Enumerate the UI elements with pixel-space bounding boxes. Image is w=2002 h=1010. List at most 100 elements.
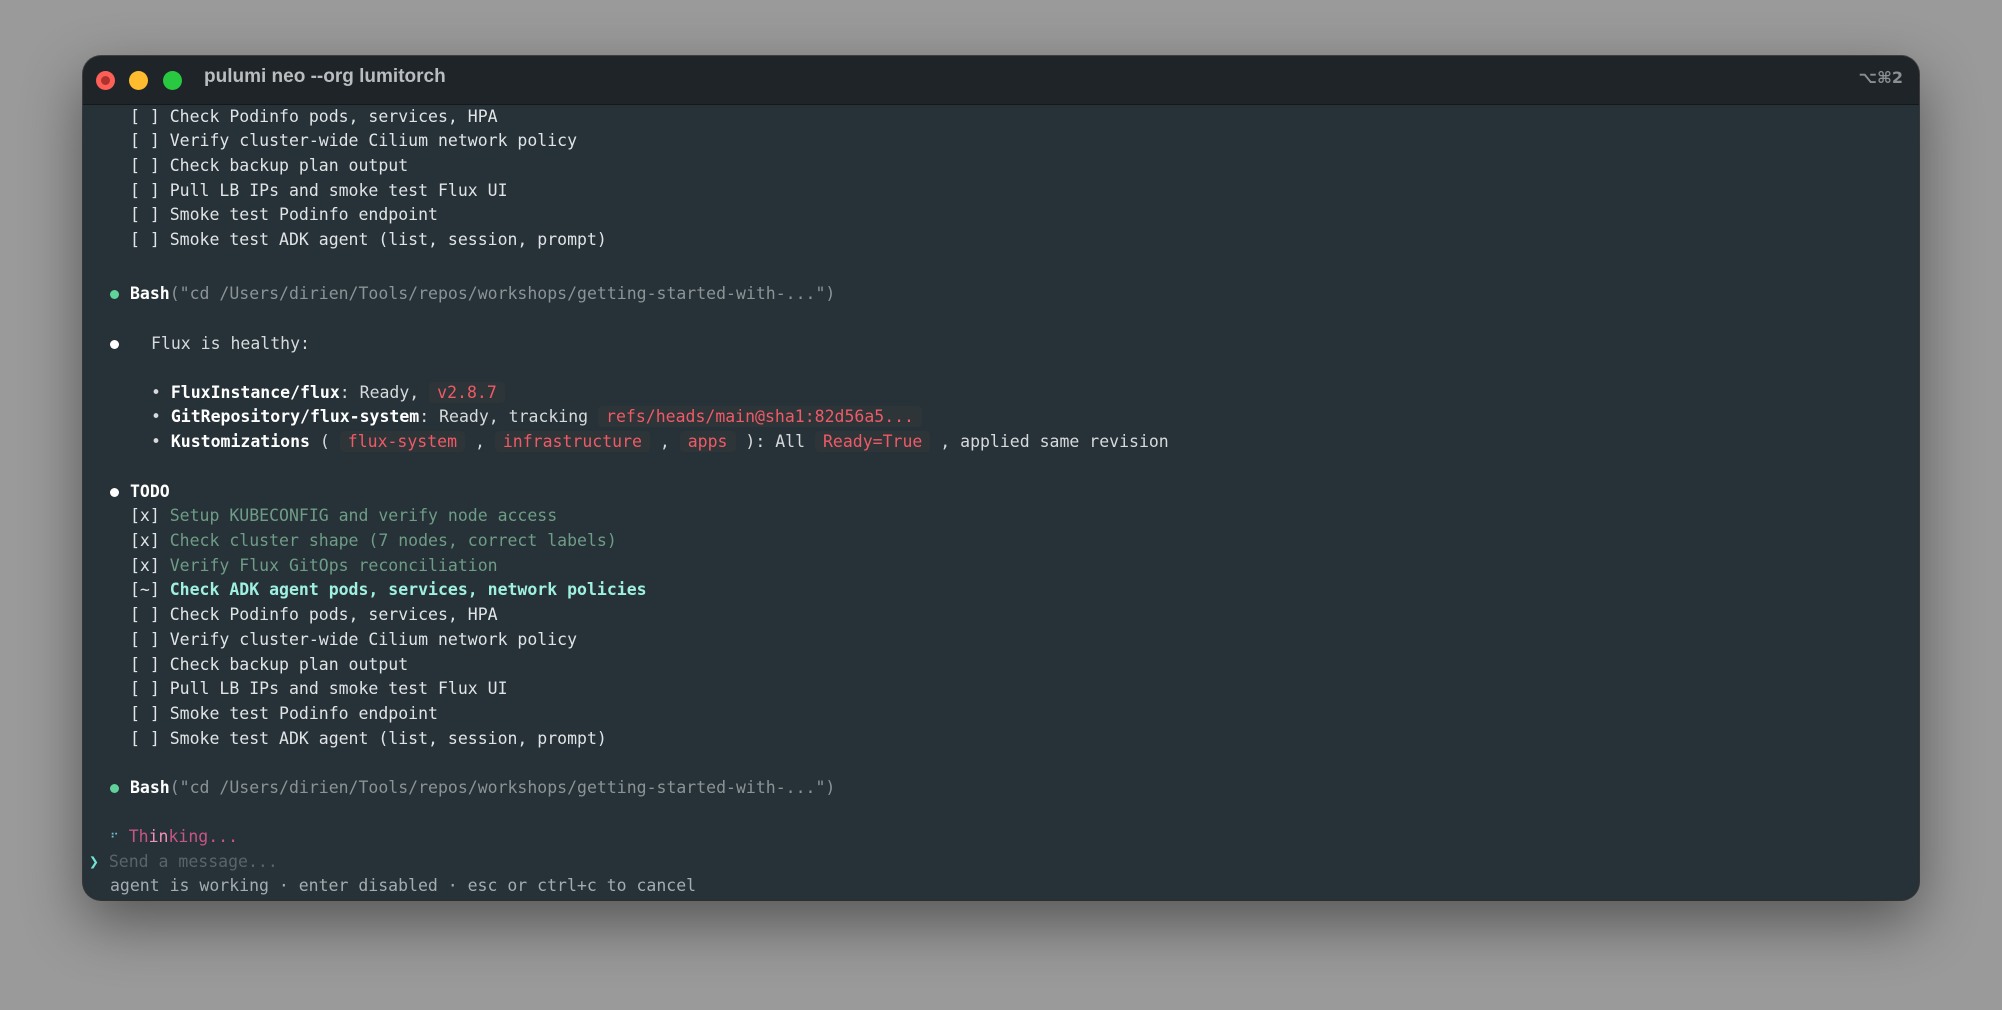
kustomizations-line: • Kustomizations ( flux-system , infrast… — [151, 430, 1169, 454]
todo-label: Check Podinfo pods, services, HPA — [169, 605, 498, 624]
text: , — [649, 432, 680, 451]
text: ): All — [735, 432, 815, 451]
todo-item: [ ] Check backup plan output — [130, 154, 408, 178]
thinking-text: Th — [128, 827, 149, 846]
todo-label: Check cluster shape (7 nodes, correct la… — [169, 531, 617, 550]
tool-name: Bash — [130, 778, 170, 797]
message-dot — [110, 340, 119, 349]
window-shortcut: ⌥⌘2 — [1858, 68, 1903, 87]
inline-code: Ready=True — [814, 431, 931, 452]
status-footer: agent is working · enter disabled · esc … — [110, 876, 697, 895]
todo-checkbox: [ ] — [130, 630, 160, 649]
todo-label: Verify cluster-wide Cilium network polic… — [169, 131, 578, 150]
todo-item: [ ] Check Podinfo pods, services, HPA — [130, 603, 498, 627]
todo-item: [ ] Verify cluster-wide Cilium network p… — [130, 129, 577, 153]
message-input-row[interactable]: ❯ Send a message... — [89, 850, 278, 874]
thinking-label: Thinking... — [129, 827, 238, 846]
bullet: • — [151, 383, 161, 402]
todo-item-done: [x] Verify Flux GitOps reconciliation — [130, 554, 498, 578]
tool-args: ("cd /Users/dirien/Tools/repos/workshops… — [169, 284, 836, 303]
todo-item: [ ] Check Podinfo pods, services, HPA — [130, 105, 498, 129]
todo-label: Check Podinfo pods, services, HPA — [169, 107, 498, 126]
todo-label: Pull LB IPs and smoke test Flux UI — [169, 679, 508, 698]
todo-checkbox: [x] — [130, 506, 160, 525]
thinking-indicator: ⠋ Thinking... — [110, 825, 238, 849]
git-repository-line: • GitRepository/flux-system: Ready, trac… — [151, 405, 922, 429]
bullet: • — [151, 407, 161, 426]
close-button[interactable] — [96, 71, 115, 90]
todo-item-done: [x] Setup KUBECONFIG and verify node acc… — [130, 504, 557, 528]
resource-name: Kustomizations — [170, 432, 310, 451]
bash-tool-call: Bash("cd /Users/dirien/Tools/repos/works… — [130, 776, 835, 800]
inline-code: apps — [679, 431, 736, 452]
todo-label: Smoke test Podinfo endpoint — [169, 205, 438, 224]
minimize-button[interactable] — [129, 71, 148, 90]
todo-item: [ ] Pull LB IPs and smoke test Flux UI — [130, 677, 508, 701]
spinner-icon: ⠋ — [110, 831, 119, 845]
window-title: pulumi neo --org lumitorch — [204, 66, 446, 87]
todo-label: Verify Flux GitOps reconciliation — [169, 556, 498, 575]
todo-heading: TODO — [130, 482, 170, 501]
bash-tool-call: Bash("cd /Users/dirien/Tools/repos/works… — [130, 282, 835, 306]
close-icon — [101, 76, 110, 85]
thinking-text-highlight: in — [148, 827, 169, 846]
message-dot — [110, 488, 119, 497]
inline-code: infrastructure — [494, 431, 650, 452]
todo-item-active: [~] Check ADK agent pods, services, netw… — [130, 578, 647, 602]
todo-label: Smoke test ADK agent (list, session, pro… — [169, 230, 607, 249]
todo-checkbox: [~] — [130, 580, 160, 599]
resource-status: : Ready, tracking — [419, 407, 599, 426]
text: , applied same revision — [930, 432, 1169, 451]
todo-label: Verify cluster-wide Cilium network polic… — [169, 630, 578, 649]
todo-label: Check backup plan output — [169, 655, 409, 674]
todo-checkbox: [ ] — [130, 729, 160, 748]
todo-checkbox: [ ] — [130, 107, 160, 126]
terminal-window: pulumi neo --org lumitorch ⌥⌘2 [ ] Check… — [83, 56, 1919, 900]
todo-item-done: [x] Check cluster shape (7 nodes, correc… — [130, 529, 617, 553]
inline-code: flux-system — [339, 431, 466, 452]
todo-checkbox: [ ] — [130, 205, 160, 224]
todo-label: Smoke test Podinfo endpoint — [169, 704, 438, 723]
resource-status: : Ready, — [339, 383, 430, 402]
todo-label: Pull LB IPs and smoke test Flux UI — [169, 181, 508, 200]
todo-item: [ ] Smoke test ADK agent (list, session,… — [130, 228, 607, 252]
todo-item: [ ] Check backup plan output — [130, 653, 408, 677]
text: ( — [309, 432, 340, 451]
tool-status-dot — [110, 784, 119, 793]
tool-args: ("cd /Users/dirien/Tools/repos/workshops… — [169, 778, 836, 797]
todo-checkbox: [ ] — [130, 181, 160, 200]
todo-checkbox: [ ] — [130, 655, 160, 674]
todo-checkbox: [ ] — [130, 605, 160, 624]
todo-checkbox: [ ] — [130, 230, 160, 249]
flux-instance-line: • FluxInstance/flux: Ready, v2.8.7 — [151, 381, 505, 405]
todo-checkbox: [x] — [130, 531, 160, 550]
tool-name: Bash — [130, 284, 170, 303]
todo-label: Smoke test ADK agent (list, session, pro… — [169, 729, 607, 748]
todo-checkbox: [ ] — [130, 156, 160, 175]
todo-label: Setup KUBECONFIG and verify node access — [169, 506, 558, 525]
todo-item: [ ] Verify cluster-wide Cilium network p… — [130, 628, 577, 652]
inline-code: v2.8.7 — [429, 382, 505, 403]
tool-status-dot — [110, 290, 119, 299]
todo-checkbox: [ ] — [130, 131, 160, 150]
todo-item: [ ] Smoke test Podinfo endpoint — [130, 203, 438, 227]
maximize-button[interactable] — [163, 71, 182, 90]
todo-label: Check backup plan output — [169, 156, 409, 175]
todo-item: [ ] Pull LB IPs and smoke test Flux UI — [130, 179, 508, 203]
todo-item: [ ] Smoke test ADK agent (list, session,… — [130, 727, 607, 751]
resource-name: FluxInstance/flux — [170, 383, 340, 402]
message-input[interactable]: Send a message... — [109, 852, 278, 871]
todo-item: [ ] Smoke test Podinfo endpoint — [130, 702, 438, 726]
todo-label: Check ADK agent pods, services, network … — [169, 580, 647, 599]
bullet: • — [151, 432, 161, 451]
title-bar: pulumi neo --org lumitorch ⌥⌘2 — [83, 56, 1919, 105]
message-heading: Flux is healthy: — [151, 334, 310, 353]
inline-code: refs/heads/main@sha1:82d56a5... — [598, 406, 922, 427]
todo-checkbox: [ ] — [130, 704, 160, 723]
todo-checkbox: [ ] — [130, 679, 160, 698]
thinking-text: king... — [168, 827, 239, 846]
resource-name: GitRepository/flux-system — [170, 407, 420, 426]
text: , — [465, 432, 495, 451]
todo-checkbox: [x] — [130, 556, 160, 575]
terminal-output[interactable]: [ ] Check Podinfo pods, services, HPA [ … — [83, 104, 1919, 900]
